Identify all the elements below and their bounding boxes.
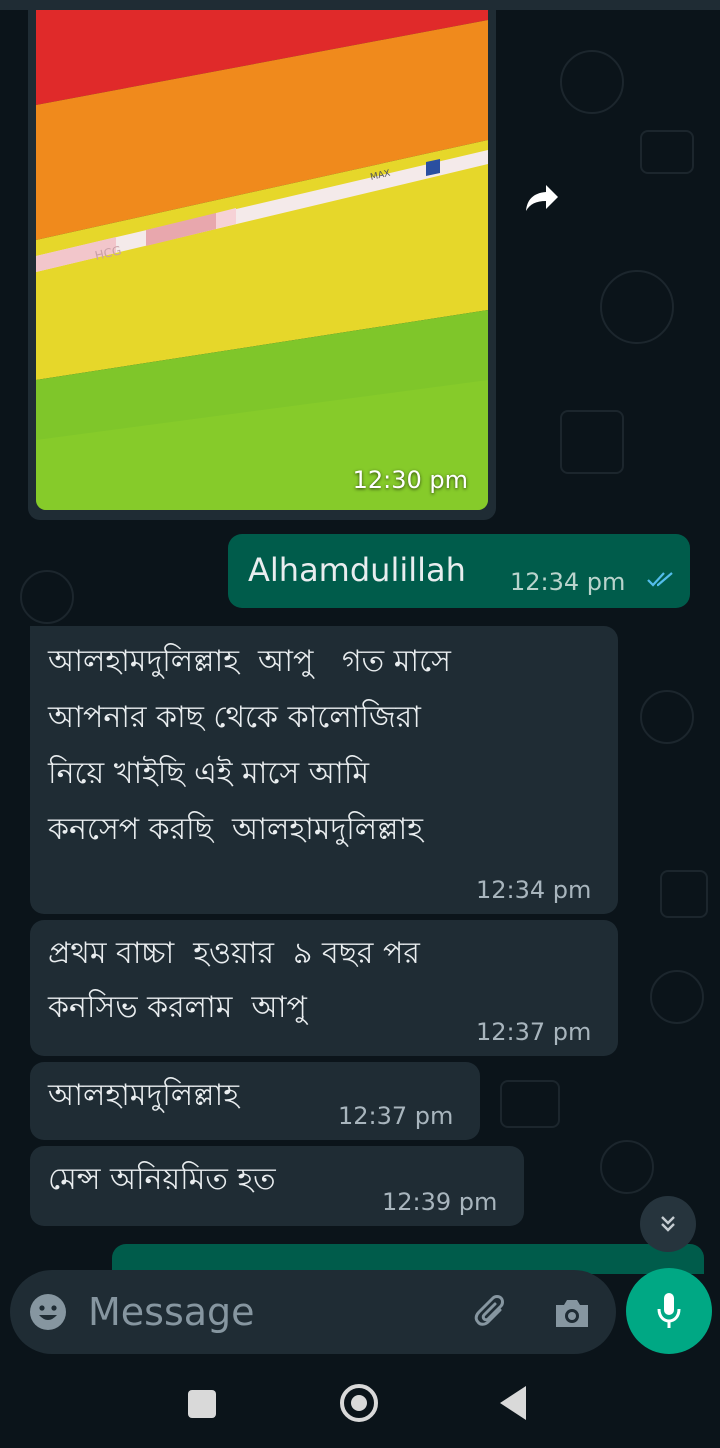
emoji-icon[interactable] — [28, 1292, 68, 1332]
message-time: 12:39 pm — [382, 1188, 498, 1216]
message-text: মেন্স অনিয়মিত হত — [48, 1162, 276, 1197]
wallpaper-doodle — [600, 270, 674, 344]
message-line: কনসিভ করলাম আপু — [48, 990, 307, 1025]
message-text: Alhamdulillah — [248, 551, 466, 589]
wallpaper-doodle — [500, 1080, 560, 1128]
message-input[interactable] — [88, 1284, 448, 1340]
message-line: নিয়ে খাইছি এই মাসে আমি — [48, 756, 370, 791]
home-icon[interactable] — [340, 1384, 378, 1422]
message-time: 12:37 pm — [476, 1018, 592, 1046]
wallpaper-doodle — [660, 870, 708, 918]
message-text: আলহামদুলিল্লাহ — [48, 1078, 239, 1113]
mic-icon[interactable] — [626, 1268, 712, 1354]
image-message-bubble[interactable]: HCG MAX 12:30 pm — [28, 10, 496, 520]
forward-icon[interactable] — [518, 178, 566, 218]
wallpaper-doodle — [650, 970, 704, 1024]
message-time: 12:37 pm — [338, 1102, 454, 1130]
pregnancy-test-photo[interactable]: HCG MAX 12:30 pm — [36, 10, 488, 510]
status-strip — [0, 0, 720, 10]
wallpaper-doodle — [20, 570, 74, 624]
wallpaper-doodle — [600, 1140, 654, 1194]
wallpaper-doodle — [640, 130, 694, 174]
double-check-read-icon — [646, 570, 676, 592]
message-composer — [10, 1270, 616, 1354]
message-time: 12:34 pm — [510, 568, 626, 596]
message-line: প্রথম বাচ্চা হওয়ার ৯ বছর পর — [48, 936, 420, 971]
message-line: আপনার কাছ থেকে কালোজিরা — [48, 700, 422, 735]
chat-area[interactable]: HCG MAX 12:30 pm Alhamdulillah 12:34 pm … — [0, 10, 720, 1360]
wallpaper-doodle — [560, 50, 624, 114]
wallpaper-doodle — [560, 410, 624, 474]
double-chevron-down-icon[interactable] — [640, 1196, 696, 1252]
wallpaper-doodle — [640, 690, 694, 744]
incoming-message-bubble[interactable]: আলহামদুলিল্লাহ আপু গত মাসে আপনার কাছ থেক… — [30, 626, 618, 914]
system-navigation-bar — [0, 1360, 720, 1448]
back-icon[interactable] — [500, 1386, 526, 1420]
message-time: 12:30 pm — [352, 466, 468, 494]
incoming-message-bubble[interactable]: প্রথম বাচ্চা হওয়ার ৯ বছর পর কনসিভ করলাম… — [30, 920, 618, 1056]
incoming-message-bubble[interactable]: মেন্স অনিয়মিত হত 12:39 pm — [30, 1146, 524, 1226]
incoming-message-bubble[interactable]: আলহামদুলিল্লাহ 12:37 pm — [30, 1062, 480, 1140]
recent-apps-icon[interactable] — [188, 1390, 216, 1418]
message-line: কনসেপ করছি আলহামদুলিল্লাহ — [48, 812, 423, 847]
outgoing-message-bubble[interactable]: Alhamdulillah 12:34 pm — [228, 534, 690, 608]
message-time: 12:34 pm — [476, 876, 592, 904]
camera-icon[interactable] — [550, 1292, 594, 1336]
paperclip-icon[interactable] — [470, 1292, 514, 1336]
message-line: আলহামদুলিল্লাহ আপু গত মাসে — [48, 644, 451, 679]
